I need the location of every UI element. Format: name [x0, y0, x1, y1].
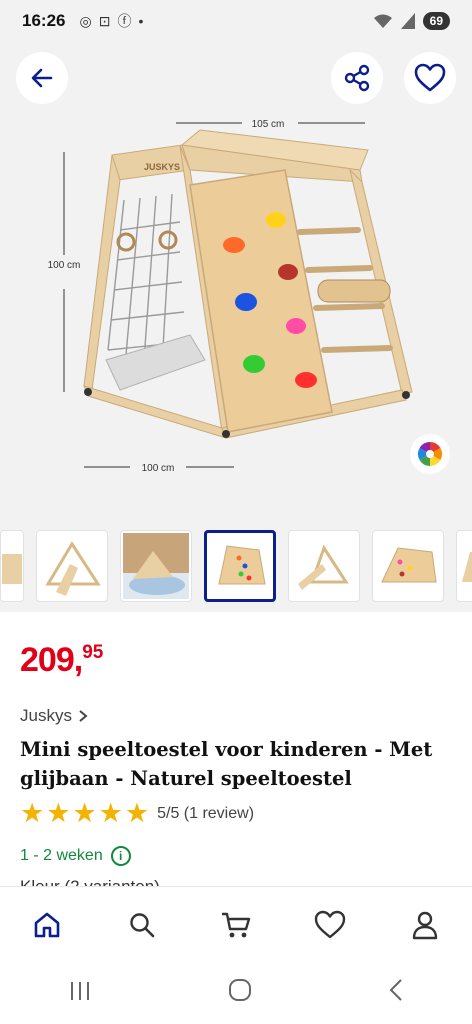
price-fraction: 95	[82, 642, 104, 663]
thumbnail[interactable]	[0, 530, 24, 602]
thumbnail-selected[interactable]	[204, 530, 276, 602]
facebook-icon: ⓕ	[117, 13, 132, 29]
price-whole: 209,	[20, 641, 83, 679]
signal-icon	[400, 13, 415, 29]
star-icon: ★	[20, 798, 45, 828]
nav-favorites[interactable]	[304, 899, 356, 951]
thumbnail-image	[45, 541, 101, 596]
system-navigation	[0, 962, 472, 1024]
star-icon: ★	[98, 798, 123, 828]
nav-search[interactable]	[116, 899, 168, 951]
notification-icons: ◎ ⊡ ⓕ •	[79, 11, 143, 31]
search-icon	[129, 912, 154, 937]
home-circle-icon	[229, 978, 251, 1001]
product-price: 209,95	[20, 641, 103, 680]
thumbnail[interactable]	[36, 530, 108, 602]
recent-apps-icon	[71, 981, 89, 1000]
status-bar: 16:26 ◎ ⊡ ⓕ • 69	[0, 0, 472, 42]
back-system-button[interactable]	[388, 978, 404, 1009]
thumbnail-image	[298, 544, 349, 590]
color-wheel-icon	[417, 442, 443, 466]
thumbnail[interactable]	[120, 530, 192, 602]
rating-text: 5/5 (1 review)	[157, 804, 255, 822]
wifi-icon	[373, 14, 392, 28]
home-icon	[34, 912, 60, 937]
dimension-depth: 100 cm	[142, 463, 175, 474]
nav-account[interactable]	[399, 899, 451, 951]
home-system-button[interactable]	[228, 978, 252, 1009]
brand-link[interactable]: Juskys	[20, 706, 88, 726]
nav-cart[interactable]	[210, 899, 262, 951]
delivery-time: 1 - 2 weken i	[20, 846, 131, 866]
back-button[interactable]	[16, 52, 68, 104]
recent-apps-button[interactable]	[68, 978, 92, 1009]
thumbnail-image	[381, 547, 437, 583]
thumbnail-image	[218, 545, 266, 585]
chevron-left-icon	[389, 978, 402, 1001]
rating[interactable]: ★ ★ ★ ★ ★ 5/5 (1 review)	[20, 800, 254, 827]
delivery-text: 1 - 2 weken	[20, 847, 103, 864]
star-icon: ★	[46, 798, 71, 828]
cart-icon	[221, 912, 251, 937]
colour-variants-label[interactable]: Kleur (2 varianten)	[20, 876, 160, 886]
screenshot-icon: ⊡	[98, 12, 111, 29]
dot-icon: •	[138, 13, 144, 29]
thumbnail-image	[2, 554, 22, 584]
favorite-button[interactable]	[404, 52, 456, 104]
star-icon: ★	[124, 798, 150, 828]
colour-variants-text: Kleur (2 varianten)	[20, 877, 160, 886]
thumbnail-strip[interactable]	[0, 520, 472, 612]
chevron-right-icon	[79, 710, 88, 722]
thumbnail-image	[123, 533, 189, 599]
dimension-width: 105 cm	[252, 119, 285, 130]
thumbnail-image	[462, 552, 472, 582]
thumbnail[interactable]	[456, 530, 472, 602]
bottom-navigation	[0, 886, 472, 962]
star-icon: ★	[72, 798, 97, 828]
product-image: 105 cm 100 cm 100 cm JUSKYS	[48, 114, 413, 476]
brand-mark: JUSKYS	[144, 162, 180, 172]
arrow-left-icon	[31, 68, 53, 88]
heart-icon	[414, 63, 446, 92]
user-icon	[412, 911, 437, 939]
share-icon	[344, 64, 370, 92]
color-variant-button[interactable]	[410, 434, 450, 474]
dimension-height: 100 cm	[48, 260, 81, 271]
info-icon[interactable]: i	[110, 846, 131, 866]
product-hero[interactable]: 105 cm 100 cm 100 cm JUSKYS	[0, 42, 472, 520]
product-title: Mini speeltoestel voor kinderen - Met gl…	[20, 738, 433, 790]
brand-name: Juskys	[20, 706, 72, 725]
heart-icon	[315, 910, 346, 938]
thumbnail[interactable]	[372, 530, 444, 602]
nav-home[interactable]	[21, 899, 73, 951]
share-button[interactable]	[331, 52, 383, 104]
status-time: 16:26	[22, 11, 66, 30]
thumbnail[interactable]	[288, 530, 360, 602]
location-icon: ◎	[79, 12, 92, 29]
battery-indicator: 69	[422, 12, 450, 30]
